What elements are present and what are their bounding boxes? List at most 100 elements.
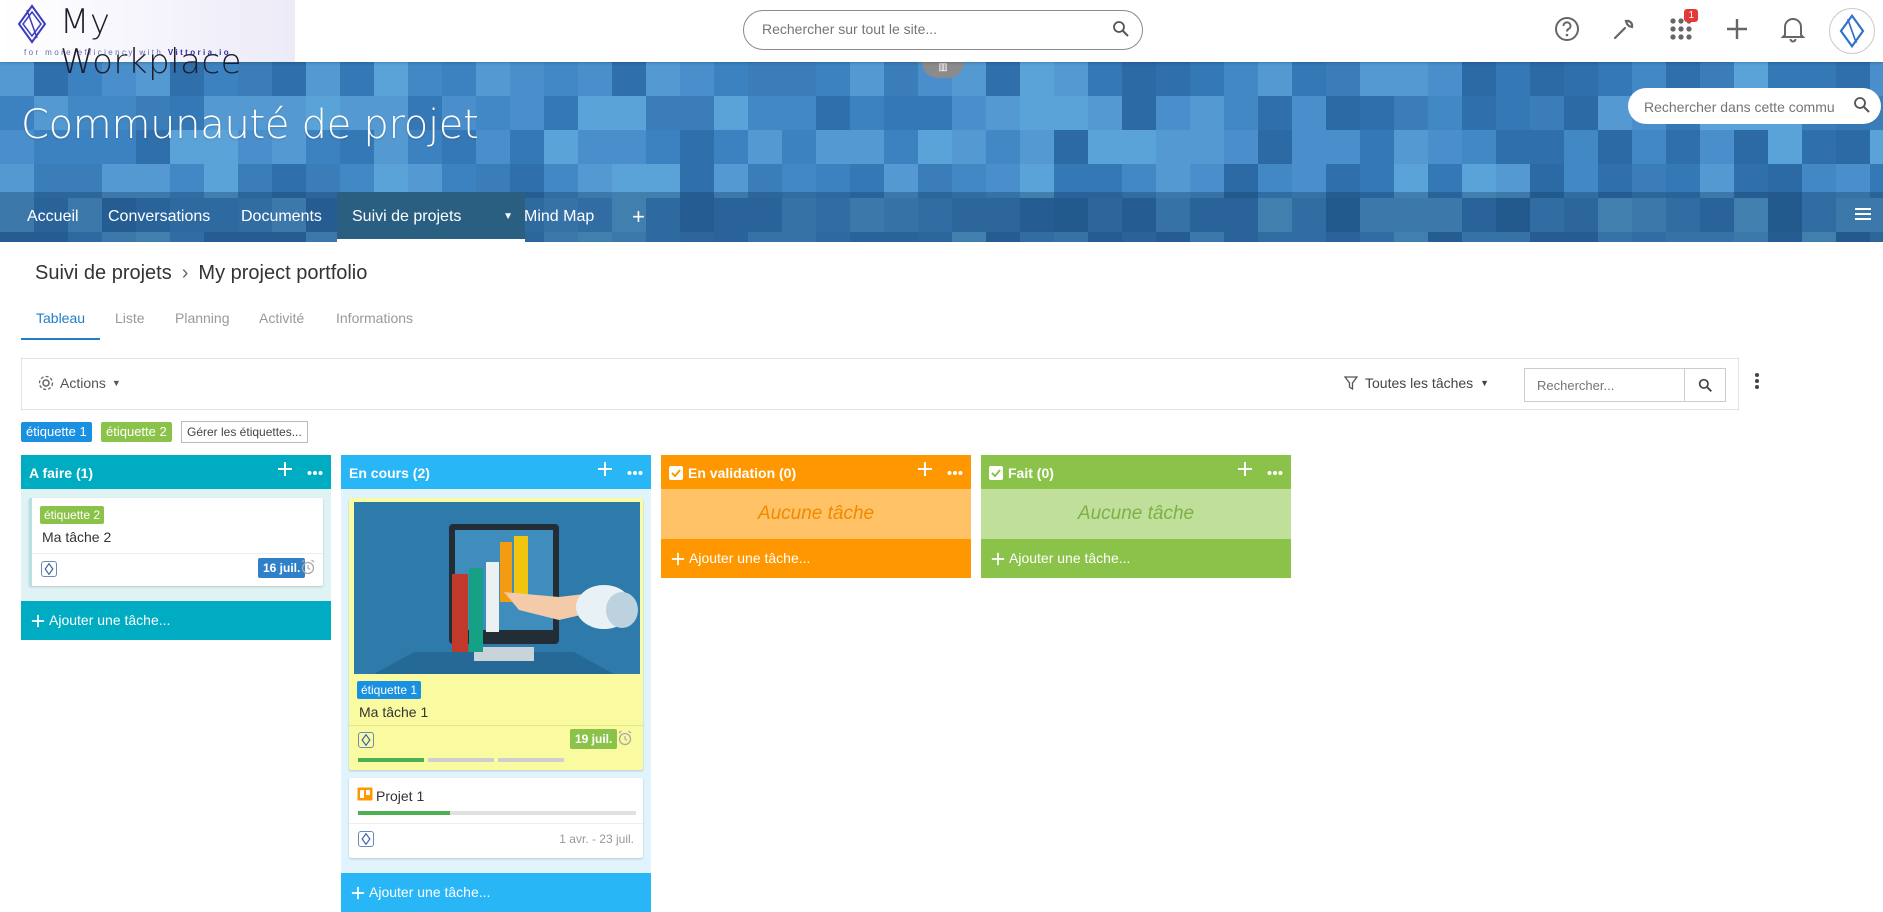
column-header: A faire (1) — [21, 455, 331, 489]
mosaic-tile — [748, 62, 782, 96]
mosaic-tile — [1326, 96, 1360, 130]
filter-icon — [1344, 376, 1358, 390]
mosaic-tile — [1530, 130, 1564, 164]
add-tab-icon[interactable]: + — [617, 192, 660, 242]
breadcrumb-current: My project portfolio — [198, 262, 368, 284]
manage-tags-button[interactable]: Gérer les étiquettes... — [181, 421, 308, 443]
apps-grid-icon[interactable]: 1 — [1666, 9, 1698, 44]
card-title: Ma tâche 2 — [42, 529, 112, 545]
board-search[interactable] — [1524, 368, 1726, 402]
column-body: étiquette 2 Ma tâche 2 16 juil. — [21, 489, 331, 601]
chevron-right-icon: › — [181, 262, 189, 284]
mosaic-tile — [1054, 96, 1088, 130]
mosaic-tile — [884, 62, 918, 96]
tab-activite[interactable]: Activité — [259, 310, 304, 326]
mosaic-tile — [1700, 130, 1734, 164]
project-card-projet-1[interactable]: Projet 1 1 avr. - 23 juil. — [349, 778, 643, 858]
mosaic-tile — [544, 130, 578, 164]
subtask-progress-segment — [498, 758, 564, 762]
card-title: Ma tâche 1 — [359, 704, 429, 720]
mosaic-tile — [1258, 62, 1292, 96]
community-search[interactable] — [1628, 88, 1881, 124]
add-task-plus-icon[interactable] — [1237, 461, 1253, 480]
add-task-plus-icon[interactable] — [917, 461, 933, 480]
add-task-label: Ajouter une tâche... — [1009, 550, 1131, 566]
column-more-icon[interactable] — [307, 463, 323, 479]
wrench-icon[interactable] — [1609, 14, 1639, 44]
assignee-avatar-icon[interactable] — [41, 561, 57, 577]
board-search-input[interactable] — [1535, 377, 1679, 394]
tab-tableau[interactable]: Tableau — [36, 310, 85, 326]
column-title-wrap: Fait (0) — [989, 465, 1054, 481]
user-avatar[interactable] — [1829, 8, 1875, 54]
checkbox-icon — [989, 466, 1003, 480]
mosaic-tile — [1156, 62, 1190, 96]
tab-informations[interactable]: Informations — [336, 310, 413, 326]
tag-etiquette-1[interactable]: étiquette 1 — [21, 422, 92, 442]
assignee-avatar-icon[interactable] — [358, 831, 374, 847]
column-more-icon[interactable] — [947, 463, 963, 479]
plus-icon[interactable] — [1722, 14, 1752, 44]
global-search[interactable] — [743, 10, 1143, 50]
card-divider — [349, 823, 643, 824]
mosaic-tile — [1462, 62, 1496, 96]
bell-icon[interactable] — [1778, 14, 1808, 44]
mosaic-tile — [1088, 130, 1122, 164]
task-card-ma-tache-2[interactable]: étiquette 2 Ma tâche 2 16 juil. — [29, 498, 323, 586]
mosaic-tile — [1394, 96, 1428, 130]
global-search-input[interactable] — [760, 20, 1094, 38]
add-task-plus-icon[interactable] — [277, 461, 293, 480]
mosaic-tile — [1292, 62, 1326, 96]
menu-hamburger-icon[interactable] — [1855, 207, 1871, 226]
nav-item-suivi-de-projets[interactable]: Suivi de projets ▼ — [337, 192, 525, 242]
task-card-ma-tache-1[interactable]: étiquette 1 Ma tâche 1 19 juil. — [349, 498, 643, 770]
brand-logo[interactable]: My Workplace for more efficiency with Vi… — [0, 0, 295, 82]
mosaic-tile — [1530, 96, 1564, 130]
add-task-button[interactable]: Ajouter une tâche... — [21, 601, 331, 640]
mosaic-tile — [680, 96, 714, 130]
search-icon[interactable] — [1112, 20, 1130, 43]
column-header: En validation (0) — [661, 455, 971, 489]
mosaic-tile — [1428, 96, 1462, 130]
add-task-button[interactable]: Ajouter une tâche... — [661, 539, 971, 578]
add-task-button[interactable]: Ajouter une tâche... — [341, 873, 651, 912]
tab-planning[interactable]: Planning — [175, 310, 230, 326]
more-options-icon[interactable] — [1754, 372, 1760, 395]
actions-dropdown[interactable]: Actions ▼ — [38, 375, 121, 391]
vittoria-logo-icon — [17, 4, 47, 44]
mosaic-tile — [782, 96, 816, 130]
nav-item-mind-map[interactable]: Mind Map — [509, 192, 609, 242]
help-icon[interactable] — [1552, 14, 1582, 44]
search-icon — [1698, 378, 1712, 392]
mosaic-tile — [578, 130, 612, 164]
project-icon — [357, 787, 373, 806]
column-more-icon[interactable] — [627, 463, 643, 479]
task-filter-dropdown[interactable]: Toutes les tâches ▼ — [1344, 375, 1489, 391]
column-header: Fait (0) — [981, 455, 1291, 489]
mosaic-tile — [884, 130, 918, 164]
mosaic-tile — [714, 96, 748, 130]
mosaic-tile — [714, 62, 748, 96]
breadcrumb-parent[interactable]: Suivi de projets — [35, 262, 172, 284]
add-task-plus-icon[interactable] — [597, 461, 613, 480]
tab-liste[interactable]: Liste — [115, 310, 145, 326]
community-search-input[interactable] — [1642, 98, 1842, 116]
community-search-icon[interactable] — [1853, 96, 1871, 119]
add-task-button[interactable]: Ajouter une tâche... — [981, 539, 1291, 578]
nav-item-accueil[interactable]: Accueil — [12, 192, 94, 242]
actions-label: Actions — [60, 375, 106, 391]
assignee-avatar-icon[interactable] — [358, 732, 374, 748]
mosaic-tile — [646, 96, 680, 130]
board-search-button[interactable] — [1684, 369, 1725, 401]
mosaic-tile — [850, 130, 884, 164]
tag-etiquette-2[interactable]: étiquette 2 — [101, 422, 172, 442]
breadcrumb: Suivi de projets › My project portfolio — [35, 262, 367, 285]
mosaic-tile — [374, 62, 408, 96]
mosaic-tile — [1292, 130, 1326, 164]
nav-item-conversations[interactable]: Conversations — [93, 192, 225, 242]
column-more-icon[interactable] — [1267, 463, 1283, 479]
nav-item-documents[interactable]: Documents — [226, 192, 337, 242]
filter-label: Toutes les tâches — [1365, 375, 1474, 391]
mosaic-tile — [680, 130, 714, 164]
plus-icon — [991, 552, 1005, 565]
